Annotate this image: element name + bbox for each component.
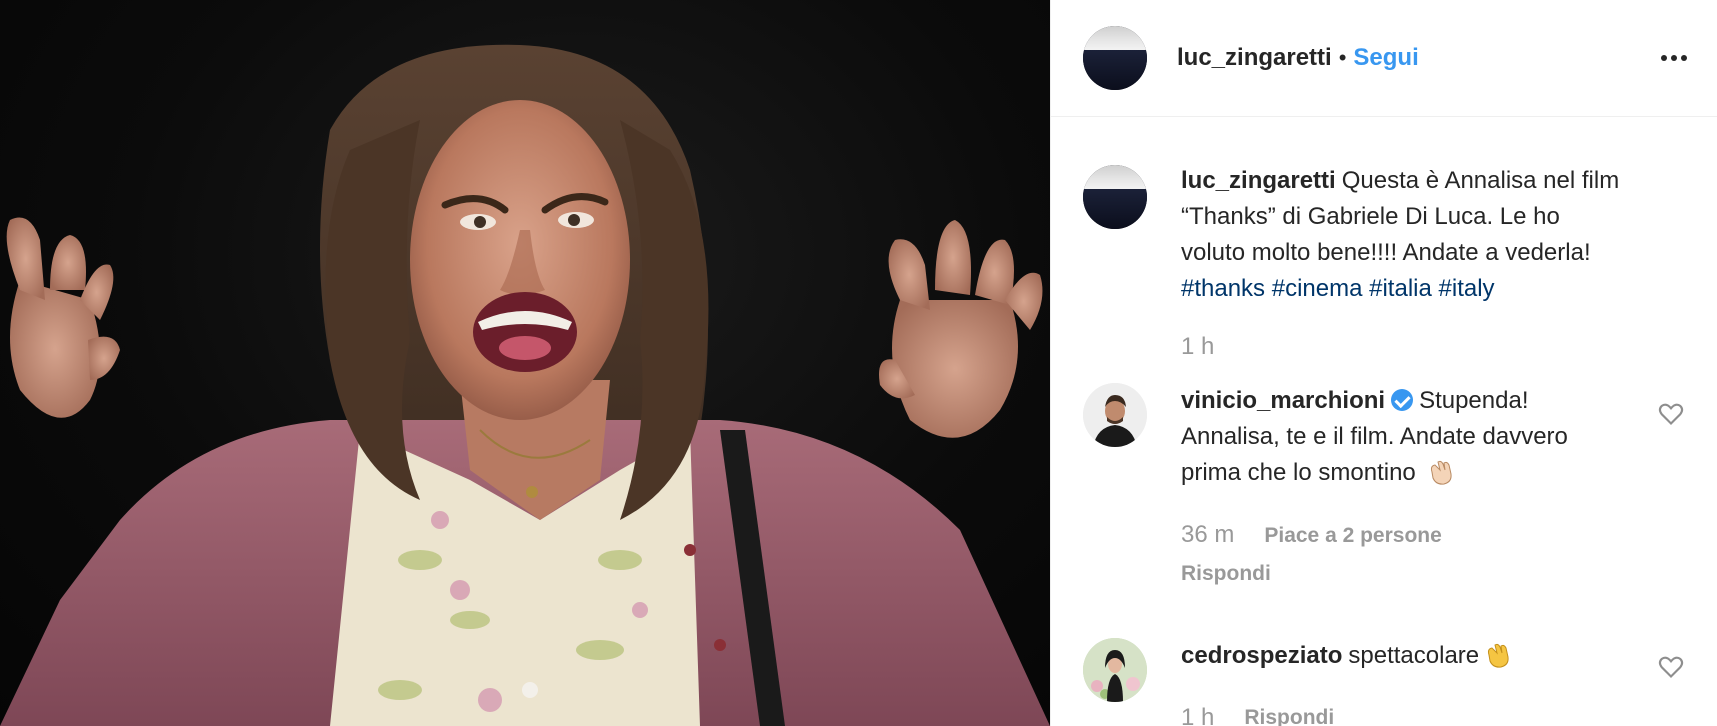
commenter-photo [1083, 383, 1147, 447]
comment-text: spettacolare [1348, 642, 1480, 669]
hashtag[interactable]: #italia [1369, 275, 1432, 302]
post-header: luc_zingaretti • Segui [1051, 0, 1717, 117]
comment-likes[interactable]: Piace a 2 persone [1264, 518, 1441, 554]
comment-time[interactable]: 1 h [1181, 700, 1214, 726]
comment-row: vinicio_marchioni Stupenda! Annalisa, te … [1083, 383, 1685, 592]
commenter-avatar[interactable] [1083, 638, 1147, 702]
reply-button[interactable]: Rispondi [1181, 556, 1621, 592]
post-photo[interactable] [0, 0, 1050, 726]
comment-body: vinicio_marchioni Stupenda! Annalisa, te … [1181, 383, 1621, 592]
clapping-hands-icon [1426, 456, 1456, 497]
author-avatar[interactable] [1083, 26, 1147, 90]
reply-button[interactable]: Rispondi [1244, 700, 1334, 726]
follow-button[interactable]: Segui [1353, 44, 1418, 72]
verified-badge-icon [1391, 389, 1414, 411]
header-separator: • [1338, 45, 1347, 70]
post-side-panel: luc_zingaretti • Segui luc_zingaretti Que… [1050, 0, 1717, 726]
hashtag[interactable]: #thanks [1181, 275, 1265, 302]
comment-time[interactable]: 36 m [1181, 517, 1234, 553]
caption-username[interactable]: luc_zingaretti [1181, 167, 1336, 194]
comment-body: cedrospeziato spettacolare 1 h Rispondi [1181, 638, 1621, 726]
comment-meta: 1 h Rispondi [1181, 700, 1621, 726]
photo-illustration [0, 44, 1050, 726]
caption-body: luc_zingaretti Questa è Annalisa nel film… [1181, 163, 1621, 307]
caption-row: luc_zingaretti Questa è Annalisa nel film… [1083, 163, 1685, 307]
commenter-username[interactable]: cedrospeziato [1181, 642, 1342, 669]
clapping-hands-icon [1483, 639, 1513, 680]
commenter-username[interactable]: vinicio_marchioni [1181, 387, 1385, 414]
author-username[interactable]: luc_zingaretti [1177, 44, 1332, 72]
comment-row: cedrospeziato spettacolare 1 h Rispondi [1083, 638, 1685, 726]
like-heart-icon[interactable] [1657, 399, 1685, 427]
caption-avatar[interactable] [1083, 165, 1147, 229]
commenter-photo [1083, 638, 1147, 702]
hashtag[interactable]: #cinema [1272, 275, 1363, 302]
comment-meta: 36 m Piace a 2 persone Rispondi [1181, 517, 1621, 592]
like-heart-icon[interactable] [1657, 652, 1685, 680]
instagram-post: luc_zingaretti • Segui luc_zingaretti Que… [0, 0, 1717, 726]
more-options-icon[interactable] [1661, 49, 1687, 67]
commenter-avatar[interactable] [1083, 383, 1147, 447]
caption-time[interactable]: 1 h [1181, 333, 1685, 361]
comments-section: luc_zingaretti Questa è Annalisa nel film… [1051, 163, 1717, 726]
hashtag[interactable]: #italy [1439, 275, 1495, 302]
